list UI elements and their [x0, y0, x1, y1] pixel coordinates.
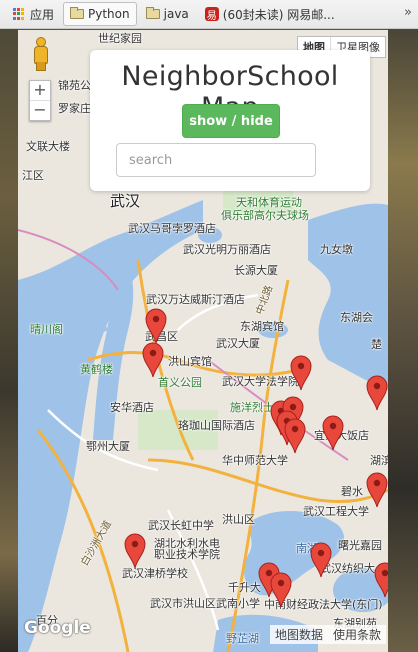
search-input[interactable]	[116, 143, 316, 177]
bookmark-folder-python[interactable]: Python	[63, 2, 137, 26]
bookmark-label: (60封未读) 网易邮...	[222, 7, 335, 22]
map-label: 武汉	[110, 192, 141, 210]
map-pin-icon	[366, 472, 388, 508]
map-label: 东湖宾馆	[240, 320, 284, 333]
map-label: 洪山宾馆	[168, 355, 212, 368]
map-pin-icon	[374, 562, 388, 598]
show-hide-button[interactable]: show / hide	[182, 104, 280, 138]
map-label: 职业技术学院	[154, 548, 220, 561]
school-marker[interactable]	[270, 572, 292, 608]
background-right	[388, 0, 418, 652]
map-label: 鄂州大厦	[86, 440, 130, 453]
map-pin-icon	[142, 342, 164, 378]
map-label: 武汉大厦	[216, 337, 260, 350]
map-label: 东湖会	[340, 311, 373, 324]
school-marker[interactable]	[145, 308, 167, 344]
map-pin-icon	[145, 308, 167, 344]
zoom-in-button[interactable]: +	[30, 81, 50, 101]
bookmarks-bar: 应用 Python java 易 (60封未读) 网易邮... »	[0, 0, 418, 29]
school-marker[interactable]	[366, 472, 388, 508]
school-marker[interactable]	[290, 355, 312, 391]
map-label: 世纪家园	[98, 32, 142, 45]
map-label: 晴川阁	[30, 323, 63, 336]
map-label: 珞珈山国际酒店	[178, 419, 255, 432]
map-label: 罗家庄	[58, 102, 91, 115]
school-marker[interactable]	[366, 375, 388, 411]
school-marker[interactable]	[284, 418, 306, 454]
background-left	[0, 0, 18, 652]
terms-of-use-link[interactable]: 使用条款	[328, 625, 386, 644]
bookmark-label: java	[163, 7, 189, 21]
school-marker[interactable]	[310, 542, 332, 578]
map-label: 九女墩	[320, 243, 353, 256]
map-label: 黄鹤楼	[80, 363, 113, 376]
school-marker[interactable]	[142, 342, 164, 378]
map-label: 施洋烈士	[230, 401, 274, 414]
map-label: 武汉光明万丽酒店	[183, 243, 271, 256]
bookmark-apps[interactable]: 应用	[6, 2, 61, 26]
map-pin-icon	[290, 355, 312, 391]
apps-grid-icon	[13, 8, 25, 20]
folder-icon	[70, 7, 85, 19]
folder-icon	[145, 7, 160, 19]
map-label: 千升大	[228, 581, 261, 594]
school-marker[interactable]	[374, 562, 388, 598]
map-label: 俱乐部高尔夫球场	[221, 209, 309, 222]
map-label: 洪山区	[222, 513, 255, 526]
map-pin-icon	[270, 572, 292, 608]
map-label: 武汉马哥孛罗酒店	[128, 222, 216, 235]
control-panel: NeighborSchool Map show / hide	[90, 50, 370, 191]
map-label: 武汉大学法学院	[222, 375, 299, 388]
bookmark-folder-java[interactable]: java	[139, 2, 196, 26]
map-label: 华中师范大学	[222, 454, 288, 467]
map-label: 江区	[22, 169, 44, 182]
map-label: 武汉市洪山区武南小学	[150, 597, 260, 610]
map-label: 文联大楼	[26, 140, 70, 153]
map-label: 长源大厦	[234, 264, 278, 277]
map-pin-icon	[310, 542, 332, 578]
school-marker[interactable]	[124, 533, 146, 569]
netease-mail-icon: 易	[204, 7, 219, 22]
bookmarks-overflow-button[interactable]: »	[404, 5, 412, 20]
map-label: 湖滨	[370, 454, 388, 467]
map-pin-icon	[124, 533, 146, 569]
zoom-out-button[interactable]: −	[30, 101, 50, 120]
map-data-link[interactable]: 地图数据	[270, 625, 328, 644]
map-label: 安华酒店	[110, 401, 154, 414]
map-label: 首义公园	[158, 376, 202, 389]
bookmark-netease-mail[interactable]: 易 (60封未读) 网易邮...	[198, 2, 342, 26]
bookmark-label: 应用	[30, 7, 55, 22]
bookmark-label: Python	[88, 7, 130, 21]
map-label: 武汉万达威斯汀酒店	[146, 293, 245, 306]
map-label: 曙光嘉园	[338, 539, 382, 552]
street-view-pegman-icon[interactable]	[31, 37, 49, 71]
map-label: 武汉长虹中学	[148, 519, 214, 532]
map-label: 野芷湖	[226, 632, 259, 645]
map-label: 碧水	[341, 485, 363, 498]
map-pin-icon	[284, 418, 306, 454]
school-marker[interactable]	[322, 415, 344, 451]
map-attribution: 地图数据 使用条款	[269, 625, 386, 644]
zoom-control: + −	[29, 80, 51, 121]
map-pin-icon	[366, 375, 388, 411]
map-label: 楚	[371, 338, 382, 351]
google-logo: Google	[24, 618, 91, 638]
map-pin-icon	[322, 415, 344, 451]
map-label: 武汉工程大学	[303, 505, 369, 518]
